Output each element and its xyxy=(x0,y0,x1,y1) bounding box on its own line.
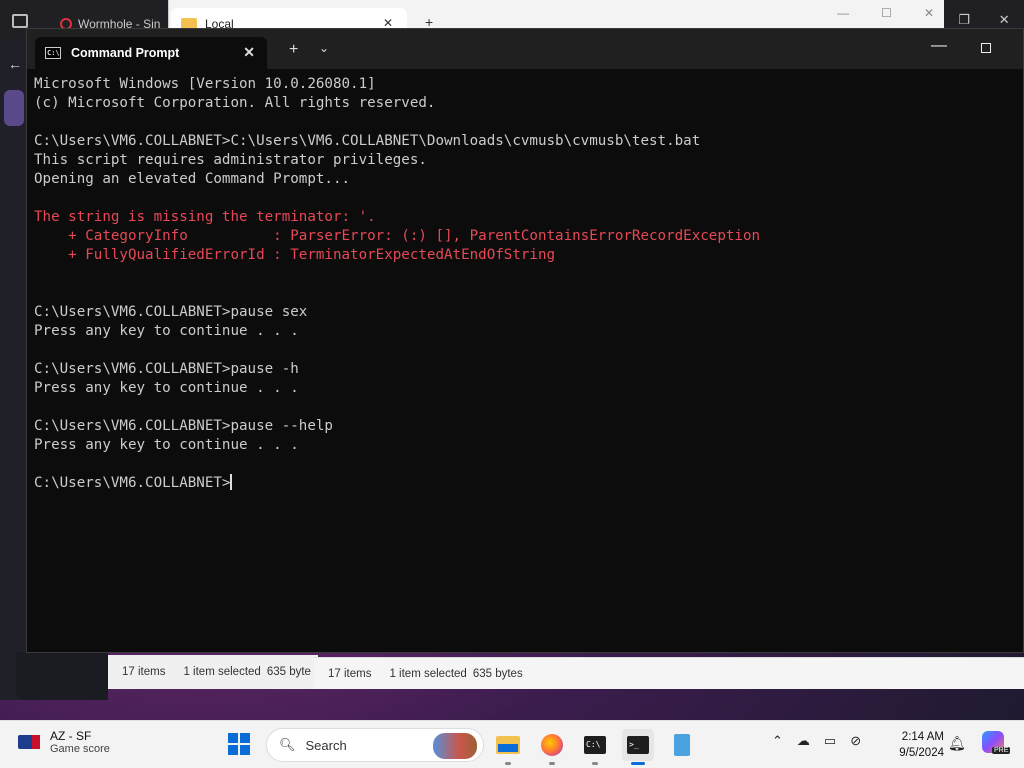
minimize-icon[interactable]: — xyxy=(837,6,849,20)
selection-info: 1 item selected xyxy=(389,667,467,680)
chevron-down-icon[interactable]: ⌄ xyxy=(319,41,329,55)
search-placeholder: Search xyxy=(305,737,347,753)
terminal-line: This script requires administrator privi… xyxy=(34,152,427,168)
command-prompt-window: C:\ Command Prompt ✕ + ⌄ — Microsoft Win… xyxy=(26,28,1024,653)
terminal-line: (c) Microsoft Corporation. All rights re… xyxy=(34,95,436,111)
cmd-icon: C:\ xyxy=(45,47,61,59)
terminal-taskbar-icon[interactable]: >_ xyxy=(622,729,654,765)
taskbar: AZ - SF Game score 🔍︎ Search C:\ >_ ⌃ ☁ … xyxy=(0,720,1024,768)
tab-title: Command Prompt xyxy=(71,46,180,60)
network-icon[interactable]: ⊘ xyxy=(850,733,861,749)
system-tray: ⌃ ☁ ▭ ⊘ xyxy=(772,733,861,749)
onedrive-icon[interactable]: ☁ xyxy=(797,733,810,749)
start-button[interactable] xyxy=(228,733,250,755)
new-tab-button[interactable]: + xyxy=(289,41,298,59)
item-count: 17 items xyxy=(122,666,166,678)
clock-time: 2:14 AM xyxy=(901,731,944,743)
widget-subtitle: Game score xyxy=(50,743,110,755)
mlb-icon xyxy=(18,735,40,749)
terminal-error-line: + FullyQualifiedErrorId : TerminatorExpe… xyxy=(34,247,556,263)
terminal-line: Press any key to continue . . . xyxy=(34,380,299,396)
search-box[interactable]: 🔍︎ Search xyxy=(266,728,484,762)
terminal-line: Opening an elevated Command Prompt... xyxy=(34,171,351,187)
firefox-taskbar-icon[interactable] xyxy=(536,729,568,765)
minimize-button[interactable]: — xyxy=(931,37,947,55)
search-highlight-image xyxy=(433,733,477,759)
file-explorer-taskbar-icon[interactable] xyxy=(492,729,524,765)
explorer-window-controls: — ☐ ✕ xyxy=(837,6,934,20)
terminal-line: Press any key to continue . . . xyxy=(34,437,299,453)
background-window-bottom xyxy=(16,652,108,700)
terminal-prompt-line[interactable]: C:\Users\VM6.COLLABNET> xyxy=(34,474,1014,493)
terminal-error-line: + CategoryInfo : ParserError: (:) [], Pa… xyxy=(34,228,761,244)
tab-command-prompt[interactable]: C:\ Command Prompt ✕ xyxy=(35,37,267,69)
notification-bell-icon[interactable]: 🔔︎ xyxy=(948,735,966,752)
widget-title: AZ - SF xyxy=(50,729,92,743)
terminal-error-line: The string is missing the terminator: '. xyxy=(34,209,376,225)
explorer-status-bar: 17 items 1 item selected 635 byte xyxy=(108,655,318,689)
item-count: 17 items xyxy=(328,667,372,680)
close-tab-icon[interactable]: ✕ xyxy=(243,44,255,61)
clock[interactable]: 2:14 AM 9/5/2024 xyxy=(888,729,944,761)
terminal-output[interactable]: Microsoft Windows [Version 10.0.26080.1]… xyxy=(34,75,1014,645)
terminal-line: Press any key to continue . . . xyxy=(34,323,299,339)
display-icon[interactable]: ▭ xyxy=(824,733,836,749)
sidebar-toggle-icon[interactable] xyxy=(12,14,28,28)
terminal-line: C:\Users\VM6.COLLABNET>pause sex xyxy=(34,304,308,320)
sidebar-app-icon[interactable] xyxy=(4,90,24,126)
restore-icon[interactable]: ❐ xyxy=(958,12,970,28)
chevron-up-icon[interactable]: ⌃ xyxy=(772,733,783,749)
notepad-taskbar-icon[interactable] xyxy=(666,729,698,761)
maximize-icon[interactable]: ☐ xyxy=(881,6,892,20)
background-browser-sidebar: ← xyxy=(0,40,26,700)
terminal-prompt: C:\Users\VM6.COLLABNET> xyxy=(34,475,231,491)
selection-size: 635 bytes xyxy=(472,667,523,680)
title-bar[interactable]: C:\ Command Prompt ✕ + ⌄ — xyxy=(27,29,1023,69)
maximize-button[interactable] xyxy=(981,43,991,53)
explorer-status-bar-2: 17 items 1 item selected 635 bytes xyxy=(314,657,1024,689)
close-icon[interactable]: ✕ xyxy=(999,12,1010,28)
terminal-line: C:\Users\VM6.COLLABNET>C:\Users\VM6.COLL… xyxy=(34,133,701,149)
back-arrow-icon[interactable]: ← xyxy=(8,56,22,72)
close-icon[interactable]: ✕ xyxy=(924,6,934,20)
weather-widget[interactable]: AZ - SF Game score xyxy=(18,729,110,755)
terminal-line: C:\Users\VM6.COLLABNET>pause -h xyxy=(34,361,299,377)
copilot-badge: PRE xyxy=(992,747,1011,754)
selection-info: 1 item selected xyxy=(183,666,261,678)
text-cursor xyxy=(230,474,233,490)
terminal-line: Microsoft Windows [Version 10.0.26080.1] xyxy=(34,76,376,92)
search-icon: 🔍︎ xyxy=(279,737,296,752)
terminal-line: C:\Users\VM6.COLLABNET>pause --help xyxy=(34,418,333,434)
command-prompt-taskbar-icon[interactable]: C:\ xyxy=(579,729,611,765)
selection-size: 635 byte xyxy=(266,666,311,678)
clock-date: 9/5/2024 xyxy=(899,747,944,759)
